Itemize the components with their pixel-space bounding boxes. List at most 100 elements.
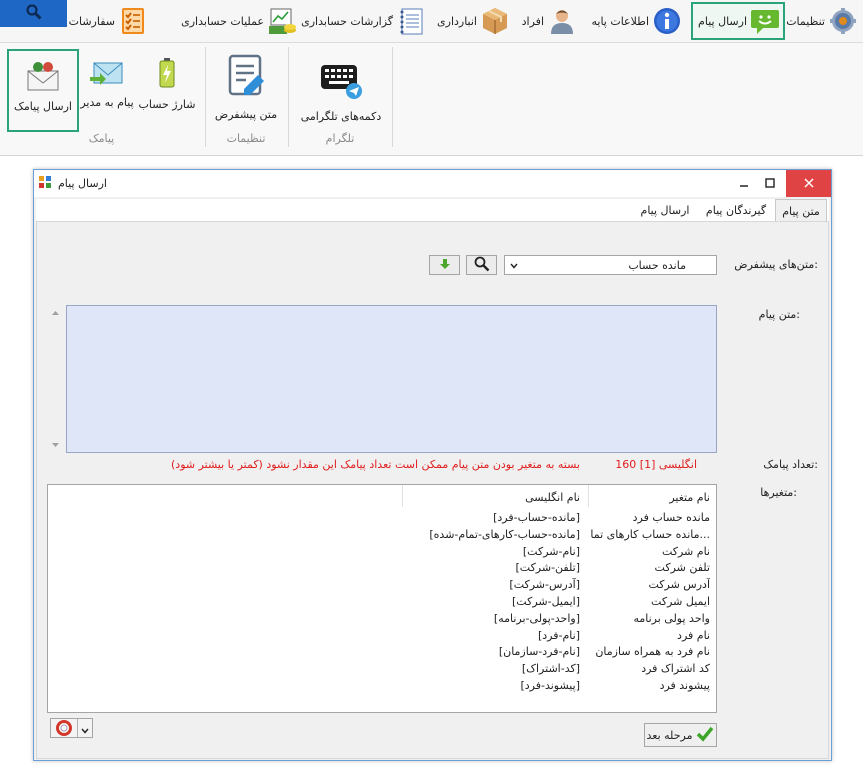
- battery-icon: [158, 57, 176, 92]
- variable-name-cell: کد اشتراک فرد: [641, 662, 710, 676]
- variable-name-cell: واحد پولی برنامه: [633, 611, 710, 625]
- menu-label: افراد: [521, 14, 544, 28]
- header-divider: [402, 485, 403, 507]
- dialog-tabstrip: متن پیام گیرندگان پیام ارسال پیام: [36, 199, 829, 222]
- window-app-icon: [38, 175, 52, 192]
- message-label: متن پیام:: [758, 308, 800, 321]
- menu-label: ارسال پیام: [698, 14, 747, 28]
- menu-label: اطلاعات پایه: [591, 14, 649, 28]
- sms-warning-text: بسته به متغیر بودن متن پیام ممکن است تعد…: [171, 458, 580, 471]
- default-text-button[interactable]: متن پیشفرض: [210, 51, 282, 131]
- variable-name-cell: ایمیل شرکت: [651, 595, 710, 608]
- sms-count-label: تعداد پیامک:: [763, 458, 818, 471]
- ribbon-group-caption: تلگرام: [325, 132, 355, 145]
- menu-orders[interactable]: سفارشات: [66, 2, 151, 40]
- main-menubar: تنظیمات ارسال پیام اطلاعات پایه افراد ان…: [0, 0, 863, 43]
- tab-recipients[interactable]: گیرندگان پیام: [699, 199, 773, 221]
- charge-account-button[interactable]: شارژ حساب: [137, 51, 197, 131]
- ribbon-group-settings: متن پیشفرض تنظیمات: [206, 43, 286, 151]
- column-header-english-name[interactable]: نام انگلیسی: [420, 491, 580, 504]
- ribbon: ارسال پیامک پیام به مدیر شارژ حساب پیامک…: [0, 43, 863, 156]
- maximize-button[interactable]: [756, 170, 784, 197]
- telegram-buttons-button[interactable]: دکمه‌های تلگرامی: [293, 51, 389, 131]
- table-row[interactable]: واحد پولی برنامه [واحد-پولی-برنامه]: [48, 612, 718, 629]
- menu-label: انبارداری: [437, 14, 477, 28]
- variable-name-cell: نام شرکت: [661, 544, 710, 558]
- template-select[interactable]: مانده حساب: [504, 255, 717, 275]
- table-row[interactable]: مانده حساب کارهای تما... [مانده-حساب-کاره…: [48, 528, 718, 545]
- menu-label: عملیات حسابداری: [181, 14, 264, 28]
- message-textarea[interactable]: [66, 305, 717, 453]
- variable-name-cell: پیشوند فرد: [659, 679, 710, 692]
- table-row[interactable]: پیشوند فرد [پیشوند-فرد]: [48, 679, 718, 696]
- variable-name-cell: تلفن شرکت: [654, 561, 710, 575]
- menu-label: سفارشات: [68, 14, 115, 28]
- send-message-dialog: ارسال پیام متن پیام گیرندگان پیام ارسال …: [33, 169, 832, 761]
- table-row[interactable]: ایمیل شرکت [ایمیل-شرکت]: [48, 595, 718, 612]
- table-row[interactable]: نام فرد [نام-فرد]: [48, 629, 718, 646]
- ribbon-group-caption: پیامک: [88, 132, 115, 145]
- table-row[interactable]: مانده حساب فرد [مانده-حساب-فرد]: [48, 511, 718, 528]
- sms-envelope-icon: [26, 61, 60, 94]
- insert-template-button[interactable]: [429, 255, 460, 275]
- notebook-icon: [396, 6, 426, 36]
- template-value: مانده حساب: [628, 258, 686, 272]
- variable-name-cell: نام فرد به همراه سازمان: [595, 645, 710, 659]
- variable-english-cell: [نام-فرد]: [537, 628, 580, 642]
- next-step-button[interactable]: مرحله بعد: [644, 723, 717, 747]
- ribbon-button-label: متن پیشفرض: [214, 108, 278, 121]
- menu-warehouse[interactable]: انبارداری: [434, 2, 513, 40]
- maximize-icon: [765, 177, 775, 191]
- telegram-keyboard-icon: [319, 61, 363, 104]
- ribbon-separator: [392, 47, 393, 147]
- search-icon: [25, 4, 42, 23]
- sms-count-value: 160 [1] انگلیسی: [615, 458, 697, 471]
- menu-send-message[interactable]: ارسال پیام: [691, 2, 785, 40]
- ribbon-group-sms: ارسال پیامک پیام به مدیر شارژ حساب پیامک: [0, 43, 203, 151]
- tab-label: متن پیام: [782, 204, 820, 218]
- box-icon: [480, 6, 510, 36]
- cash-chart-icon: [267, 6, 297, 36]
- info-icon: [652, 6, 682, 36]
- menu-label: گزارشات حسابداری: [301, 14, 393, 28]
- close-icon: [803, 176, 814, 192]
- smiley-message-icon: [750, 6, 780, 36]
- variables-label: متغیرها:: [760, 486, 797, 499]
- table-row[interactable]: آدرس شرکت [آدرس-شرکت]: [48, 578, 718, 595]
- message-to-manager-button[interactable]: پیام به مدیر: [80, 51, 134, 131]
- variables-table[interactable]: نام متغیر نام انگلیسی مانده حساب فرد [مان…: [47, 484, 717, 713]
- ribbon-group-caption: تنظیمات: [226, 132, 266, 145]
- chevron-down-icon: [81, 724, 89, 737]
- variable-english-cell: [تلفن-شرکت]: [515, 561, 580, 575]
- tab-send[interactable]: ارسال پیام: [633, 199, 697, 221]
- menu-people[interactable]: افراد: [519, 2, 580, 40]
- search-tab[interactable]: [0, 0, 67, 27]
- close-button[interactable]: [786, 170, 831, 197]
- menu-accounting-operations[interactable]: عملیات حسابداری: [178, 2, 300, 40]
- message-text-tabpage: متن‌های پیشفرض: مانده حساب متن پیام: تعد…: [36, 221, 829, 759]
- table-row[interactable]: نام فرد به همراه سازمان [نام-فرد-سازمان]: [48, 645, 718, 662]
- dialog-titlebar[interactable]: ارسال پیام: [34, 170, 831, 197]
- column-header-variable-name[interactable]: نام متغیر: [580, 491, 710, 504]
- menu-accounting-reports[interactable]: گزارشات حسابداری: [298, 2, 429, 40]
- menu-settings[interactable]: تنظیمات: [783, 2, 861, 40]
- tab-message-text[interactable]: متن پیام: [775, 199, 827, 222]
- search-template-button[interactable]: [466, 255, 497, 275]
- message-scrollbar[interactable]: [47, 305, 64, 453]
- ribbon-button-label: دکمه‌های تلگرامی: [300, 110, 382, 123]
- minimize-button[interactable]: [730, 170, 758, 197]
- ribbon-button-label: پیام به مدیر: [80, 96, 134, 109]
- variable-name-cell: نام فرد: [677, 628, 710, 642]
- send-sms-button[interactable]: ارسال پیامک: [7, 49, 79, 132]
- menu-base-info[interactable]: اطلاعات پایه: [588, 2, 685, 40]
- variable-english-cell: [واحد-پولی-برنامه]: [493, 611, 580, 625]
- lifebuoy-icon: [56, 720, 72, 739]
- table-row[interactable]: نام شرکت [نام-شرکت]: [48, 545, 718, 562]
- chevron-down-icon: [510, 259, 520, 272]
- variable-english-cell: [مانده-حساب-فرد]: [493, 511, 580, 524]
- help-dropdown-button[interactable]: [50, 718, 93, 738]
- table-row[interactable]: کد اشتراک فرد [کد-اشتراک]: [48, 662, 718, 679]
- split-divider: [77, 719, 78, 737]
- variable-english-cell: [ایمیل-شرکت]: [511, 595, 580, 608]
- table-row[interactable]: تلفن شرکت [تلفن-شرکت]: [48, 561, 718, 578]
